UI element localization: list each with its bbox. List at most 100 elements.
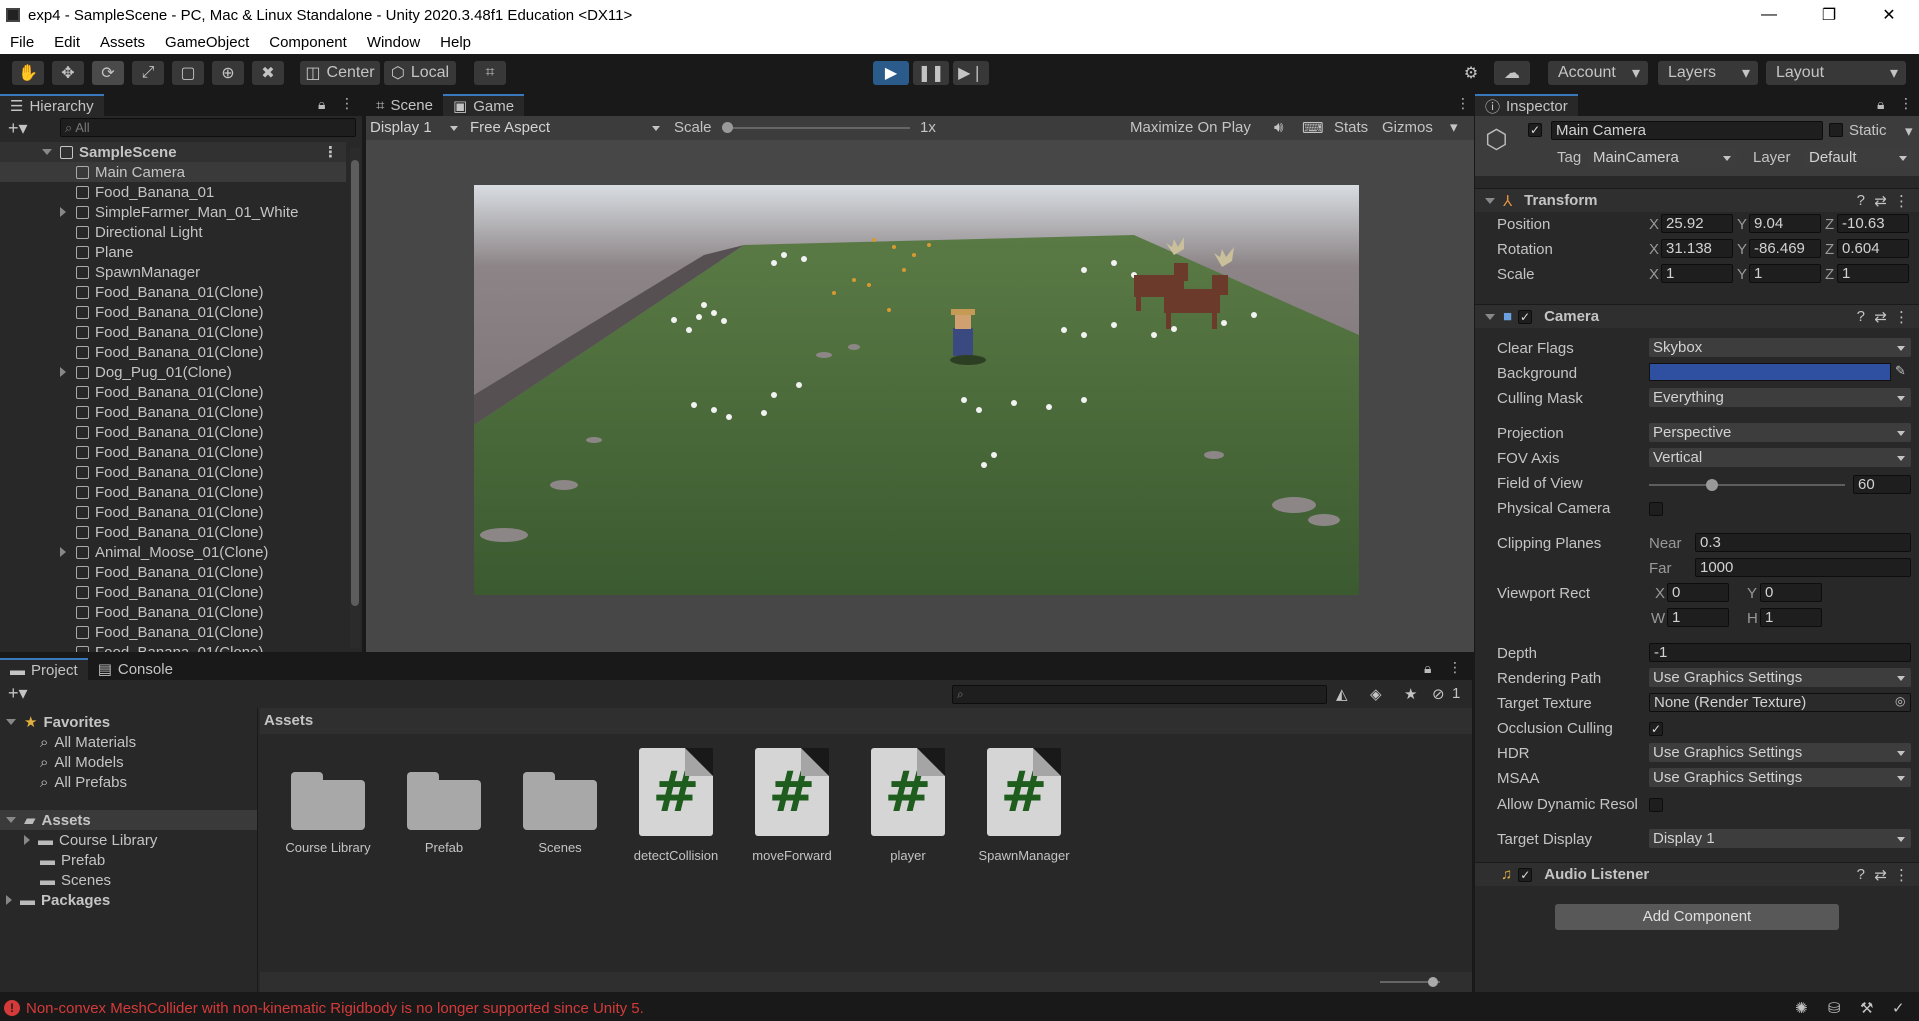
audio-listener-enabled-checkbox[interactable]: ✓ — [1518, 867, 1533, 882]
chevron-down-icon[interactable]: ▾ — [1905, 122, 1913, 140]
auto-generate-lighting-icon[interactable]: ✺ — [1795, 999, 1808, 1017]
hierarchy-item[interactable]: Main Camera — [0, 162, 346, 182]
transform-position-x-field[interactable]: 25.92 — [1661, 214, 1733, 233]
culling-mask-dropdown[interactable]: Everything — [1649, 388, 1911, 407]
object-name-field[interactable]: Main Camera — [1551, 121, 1823, 140]
create-button[interactable]: +▾ — [8, 118, 28, 139]
hierarchy-item[interactable]: Animal_Moose_01(Clone) — [0, 542, 346, 562]
hidden-packages-icon[interactable]: ⊘ — [1432, 685, 1445, 703]
transform-position-y-field[interactable]: 9.04 — [1749, 214, 1821, 233]
cache-server-icon[interactable]: ⛁ — [1828, 999, 1841, 1017]
asset-item[interactable]: # SpawnManager — [974, 748, 1074, 863]
hierarchy-item[interactable]: Dog_Pug_01(Clone) — [0, 362, 346, 382]
target-display-dropdown[interactable]: Display 1 — [1649, 829, 1911, 848]
pivot-center-button[interactable]: ◫ Center — [300, 61, 380, 85]
hierarchy-item[interactable]: SpawnManager — [0, 262, 346, 282]
hierarchy-item[interactable]: Food_Banana_01(Clone) — [0, 502, 346, 522]
hierarchy-item[interactable]: Food_Banana_01(Clone) — [0, 322, 346, 342]
kebab-menu-icon[interactable]: ⋮ — [1894, 192, 1909, 210]
tree-course-library[interactable]: ▬ Course Library — [24, 830, 157, 850]
expand-arrow-icon[interactable] — [60, 547, 66, 557]
hand-tool-icon[interactable]: ✋ — [12, 61, 44, 85]
mute-audio-icon[interactable]: 🔊︎ — [1274, 119, 1283, 136]
menu-edit[interactable]: Edit — [44, 34, 90, 51]
layers-dropdown[interactable]: Layers ▾ — [1658, 61, 1758, 85]
transform-header[interactable]: ⅄ Transform ? ⇄ ⋮ — [1475, 188, 1919, 212]
asset-item[interactable]: # moveForward — [742, 748, 842, 863]
camera-enabled-checkbox[interactable]: ✓ — [1518, 309, 1533, 324]
hierarchy-item[interactable]: Food_Banana_01(Clone) — [0, 482, 346, 502]
kebab-menu-icon[interactable]: ⋮ — [1456, 95, 1470, 112]
breadcrumb-assets[interactable]: Assets — [264, 712, 313, 729]
hierarchy-item[interactable]: Food_Banana_01 — [0, 182, 346, 202]
projection-dropdown[interactable]: Perspective — [1649, 423, 1911, 442]
step-button[interactable]: ▶❘ — [953, 61, 989, 85]
tree-scenes[interactable]: ▬ Scenes — [40, 870, 111, 890]
hierarchy-item[interactable]: Directional Light — [0, 222, 346, 242]
scene-row[interactable]: SampleScene ⋮ — [0, 142, 346, 162]
minimize-button[interactable]: — — [1746, 0, 1792, 30]
transform-scale-x-field[interactable]: 1 — [1661, 264, 1733, 283]
tab-scene[interactable]: ⌗ Scene — [366, 94, 443, 116]
gizmos-toggle[interactable]: Gizmos — [1382, 119, 1433, 136]
icon-size-slider-thumb[interactable] — [1428, 977, 1438, 987]
display-dropdown[interactable]: Display 1 — [366, 118, 464, 137]
filter-label-icon[interactable]: ◈ — [1370, 685, 1382, 703]
camera-header[interactable]: ■ ✓ Camera ? ⇄ ⋮ — [1475, 304, 1919, 328]
expand-arrow-icon[interactable] — [1485, 313, 1495, 320]
expand-arrow-icon[interactable] — [6, 895, 12, 905]
stats-toggle[interactable]: Stats — [1334, 119, 1368, 136]
transform-rotation-x-field[interactable]: 31.138 — [1661, 239, 1733, 258]
hierarchy-scrollbar[interactable] — [350, 148, 360, 648]
viewport-w-field[interactable]: 1 — [1667, 608, 1729, 627]
assets-root-row[interactable]: ▰ Assets — [0, 810, 257, 830]
cloud-icon[interactable]: ☁ — [1494, 61, 1530, 85]
packages-row[interactable]: ▬ Packages — [6, 890, 110, 910]
aspect-dropdown[interactable]: Free Aspect — [466, 118, 666, 137]
move-tool-icon[interactable]: ✥ — [52, 61, 84, 85]
allow-dynamic-resolution-checkbox[interactable] — [1649, 798, 1663, 812]
account-dropdown[interactable]: Account ▾ — [1548, 61, 1648, 85]
tab-hierarchy[interactable]: ☰ Hierarchy — [0, 94, 104, 116]
asset-item[interactable]: Course Library — [278, 772, 378, 855]
debug-icon[interactable]: ⚒ — [1860, 999, 1873, 1017]
favorite-star-icon[interactable]: ★ — [1404, 685, 1417, 703]
hierarchy-item[interactable]: Food_Banana_01(Clone) — [0, 642, 346, 652]
help-icon[interactable]: ? — [1857, 866, 1865, 883]
fov-slider-thumb[interactable] — [1705, 479, 1718, 491]
transform-tool-icon[interactable]: ⊕ — [212, 61, 244, 85]
static-checkbox[interactable] — [1829, 123, 1843, 137]
status-message[interactable]: Non-convex MeshCollider with non-kinemat… — [26, 1000, 644, 1017]
hierarchy-item[interactable]: Food_Banana_01(Clone) — [0, 422, 346, 442]
asset-item[interactable]: Scenes — [510, 772, 610, 855]
lock-icon[interactable]: 🔒︎ — [1877, 96, 1884, 113]
fov-axis-dropdown[interactable]: Vertical — [1649, 448, 1911, 467]
clear-flags-dropdown[interactable]: Skybox — [1649, 338, 1911, 357]
help-icon[interactable]: ? — [1857, 192, 1865, 209]
fav-all-prefabs[interactable]: ⌕ All Prefabs — [40, 772, 127, 792]
transform-rotation-y-field[interactable]: -86.469 — [1749, 239, 1821, 258]
menu-file[interactable]: File — [0, 34, 44, 51]
depth-field[interactable]: -1 — [1649, 643, 1911, 662]
preset-icon[interactable]: ⇄ — [1874, 308, 1887, 326]
viewport-x-field[interactable]: 0 — [1667, 583, 1729, 602]
hierarchy-item[interactable]: SimpleFarmer_Man_01_White — [0, 202, 346, 222]
grid-snap-icon[interactable]: ⌗ — [474, 61, 506, 85]
fov-slider[interactable] — [1649, 484, 1845, 486]
hierarchy-item[interactable]: Food_Banana_01(Clone) — [0, 342, 346, 362]
hdr-dropdown[interactable]: Use Graphics Settings — [1649, 743, 1911, 762]
project-search-input[interactable]: ⌕ — [952, 685, 1327, 704]
hierarchy-item[interactable]: Food_Banana_01(Clone) — [0, 622, 346, 642]
collab-icon[interactable]: ⚙ — [1456, 61, 1486, 85]
expand-arrow-icon[interactable] — [6, 719, 16, 725]
menu-window[interactable]: Window — [357, 34, 430, 51]
rect-tool-icon[interactable]: ▢ — [172, 61, 204, 85]
hierarchy-item[interactable]: Food_Banana_01(Clone) — [0, 462, 346, 482]
pause-button[interactable]: ❚❚ — [913, 61, 949, 85]
msaa-dropdown[interactable]: Use Graphics Settings — [1649, 768, 1911, 787]
menu-gameobject[interactable]: GameObject — [155, 34, 259, 51]
hierarchy-item[interactable]: Food_Banana_01(Clone) — [0, 402, 346, 422]
scale-tool-icon[interactable]: ⤢ — [132, 61, 164, 85]
restore-button[interactable]: ❐ — [1806, 0, 1852, 30]
expand-arrow-icon[interactable] — [1485, 197, 1495, 204]
